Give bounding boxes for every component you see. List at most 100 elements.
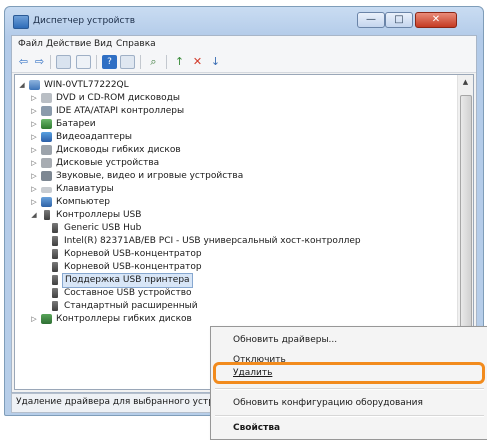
expand-arrow-icon[interactable]: ▷ <box>29 157 39 170</box>
tree-device-label: Intel(R) 82371AB/EB PCI - USB универсаль… <box>64 236 361 246</box>
device-manager-icon <box>13 15 29 29</box>
uninstall-icon[interactable]: ✕ <box>190 55 205 69</box>
expand-arrow-icon[interactable]: ▷ <box>29 131 39 144</box>
keyboard-icon <box>41 187 52 193</box>
battery-icon <box>41 119 52 129</box>
tree-category[interactable]: ▷ DVD и CD-ROM дисководы <box>29 92 429 105</box>
tree-category-usb[interactable]: ◢ Контроллеры USB <box>29 209 429 222</box>
floppy-drive-icon <box>41 145 52 155</box>
close-button[interactable]: ✕ <box>415 12 457 28</box>
tree-category[interactable]: ▷ Компьютер <box>29 196 429 209</box>
menu-help[interactable]: Справка <box>116 39 156 49</box>
toolbar-separator <box>96 55 97 69</box>
tree-category-label: Дисководы гибких дисков <box>56 145 181 155</box>
menu-view[interactable]: Вид <box>94 39 112 49</box>
collapse-arrow-icon[interactable]: ◢ <box>17 79 27 92</box>
tree-category-label: IDE ATA/ATAPI контроллеры <box>56 106 185 116</box>
tree-category-label: Звуковые, видео и игровые устройства <box>56 171 244 181</box>
tree-device[interactable]: Intel(R) 82371AB/EB PCI - USB универсаль… <box>49 235 429 248</box>
status-text: Удаление драйвера для выбранного устр <box>16 397 214 407</box>
tree-category-label: Видеоадаптеры <box>56 132 133 142</box>
tree-device[interactable]: Generic USB Hub <box>49 222 429 235</box>
tree-category[interactable]: ▷ Контроллеры гибких дисков <box>29 313 429 326</box>
disk-drive-icon <box>41 158 52 168</box>
tree-category[interactable]: ▷ IDE ATA/ATAPI контроллеры <box>29 105 429 118</box>
tree-category-label: Компьютер <box>56 197 110 207</box>
dvd-drive-icon <box>41 93 52 103</box>
menu-file[interactable]: Файл <box>18 39 43 49</box>
tree-device[interactable]: Стандартный расширенный <box>49 300 429 313</box>
tree-device-label: Поддержка USB принтера <box>62 273 193 288</box>
properties-icon[interactable] <box>76 55 91 69</box>
toolbar: ⇦ ⇨ ? ⌕ ↑ ✕ ↓ <box>12 52 476 73</box>
floppy-controller-icon <box>41 314 52 324</box>
update-driver-icon[interactable]: ↑ <box>172 55 187 69</box>
title-bar[interactable]: Диспетчер устройств — □ ✕ <box>5 7 483 35</box>
collapse-arrow-icon[interactable]: ◢ <box>29 209 39 222</box>
usb-icon <box>52 223 58 233</box>
tree-device-selected[interactable]: Поддержка USB принтера <box>49 273 429 288</box>
menu-bar: Файл Действие Вид Справка <box>12 36 476 52</box>
tree-device-label: Составное USB устройство <box>64 288 192 298</box>
tree-category-label: Батареи <box>56 119 96 129</box>
expand-arrow-icon[interactable]: ▷ <box>29 105 39 118</box>
usb-icon <box>52 262 58 272</box>
menu-item-scan-hardware[interactable]: Обновить конфигурацию оборудования <box>233 398 423 408</box>
expand-arrow-icon[interactable]: ▷ <box>29 183 39 196</box>
expand-arrow-icon[interactable]: ▷ <box>29 196 39 209</box>
speaker-icon <box>41 171 52 181</box>
tree-category-label: Контроллеры USB <box>56 210 142 220</box>
tree-category[interactable]: ▷ Дисковые устройства <box>29 157 429 170</box>
toolbar-separator <box>140 55 141 69</box>
computer-icon <box>29 80 40 90</box>
display-adapter-icon <box>41 132 52 142</box>
tree-device[interactable]: Составное USB устройство <box>49 287 429 300</box>
tree-category-label: Контроллеры гибких дисков <box>56 314 192 324</box>
back-icon[interactable]: ⇦ <box>16 55 31 69</box>
tree-category-label: DVD и CD-ROM дисководы <box>56 93 180 103</box>
show-hide-icon[interactable] <box>56 55 71 69</box>
help-icon[interactable]: ? <box>102 55 117 69</box>
menu-action[interactable]: Действие <box>46 39 91 49</box>
usb-icon <box>52 301 58 311</box>
tree-device-label: Корневой USB-концентратор <box>64 249 202 259</box>
toolbar-separator <box>166 55 167 69</box>
tree-category[interactable]: ▷ Батареи <box>29 118 429 131</box>
expand-arrow-icon[interactable]: ▷ <box>29 92 39 105</box>
tree-category-label: Дисковые устройства <box>56 158 160 168</box>
tree-device-label: Generic USB Hub <box>64 223 142 233</box>
expand-arrow-icon[interactable]: ▷ <box>29 118 39 131</box>
maximize-button[interactable]: □ <box>385 12 413 28</box>
computer-icon <box>41 197 52 207</box>
tree-root[interactable]: ◢ WIN-0VTL77222QL <box>17 79 437 92</box>
expand-arrow-icon[interactable]: ▷ <box>29 170 39 183</box>
tree-category-label: Клавиатуры <box>56 184 114 194</box>
window-title: Диспетчер устройств <box>33 16 136 26</box>
tree-category[interactable]: ▷ Дисководы гибких дисков <box>29 144 429 157</box>
tree-category[interactable]: ▷ Звуковые, видео и игровые устройства <box>29 170 429 183</box>
menu-separator <box>215 415 484 417</box>
menu-item-uninstall[interactable]: Удалить <box>233 368 272 378</box>
tree-device[interactable]: Корневой USB-концентратор <box>49 248 429 261</box>
minimize-button[interactable]: — <box>357 12 385 28</box>
expand-arrow-icon[interactable]: ▷ <box>29 144 39 157</box>
menu-item-update-driver[interactable]: Обновить драйверы... <box>233 335 337 345</box>
tree-category[interactable]: ▷ Клавиатуры <box>29 183 429 196</box>
menu-separator <box>215 388 484 390</box>
forward-icon[interactable]: ⇨ <box>32 55 47 69</box>
usb-icon <box>52 288 58 298</box>
menu-item-properties[interactable]: Свойства <box>233 423 280 433</box>
usb-icon <box>52 236 58 246</box>
tree-device-label: Стандартный расширенный <box>64 301 198 311</box>
disable-icon[interactable]: ↓ <box>208 55 223 69</box>
scan-hardware-icon[interactable]: ⌕ <box>146 55 161 69</box>
view-icon[interactable] <box>120 55 135 69</box>
scroll-up-icon[interactable]: ▲ <box>458 75 473 89</box>
tree-category[interactable]: ▷ Видеоадаптеры <box>29 131 429 144</box>
usb-icon <box>44 210 50 220</box>
ide-controller-icon <box>41 106 52 116</box>
expand-arrow-icon[interactable]: ▷ <box>29 313 39 326</box>
toolbar-separator <box>50 55 51 69</box>
scrollbar-thumb[interactable] <box>460 95 472 345</box>
tree-root-label: WIN-0VTL77222QL <box>44 80 129 90</box>
